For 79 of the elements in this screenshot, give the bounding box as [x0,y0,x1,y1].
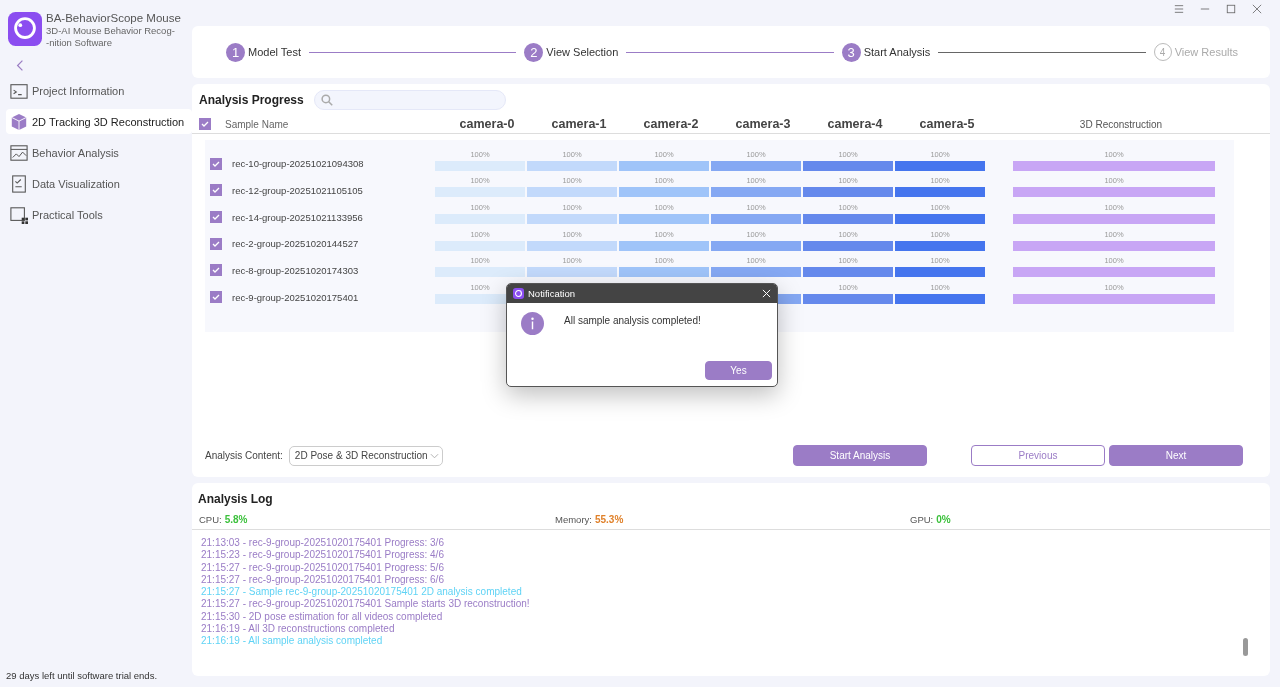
step-label: Model Test [248,46,301,58]
step-label: View Results [1174,46,1238,58]
column-header: camera-0 [459,117,515,131]
step-label: Start Analysis [863,46,931,58]
search-icon [320,94,333,106]
sidebar-item-label: Practical Tools [32,208,103,221]
stat-label: CPU: [199,514,222,525]
step-label: View Selection [546,46,619,58]
terminal-icon [10,81,28,100]
analysis-content-label: Analysis Content: [205,450,283,461]
log-line: 21:15:30 - 2D pose estimation for all videos completed [201,610,443,624]
previous-button[interactable]: Previous [971,445,1105,466]
app-subtitle: 3D-AI Mouse Behavior Recog- -nition Software [46,25,176,49]
app-logo-icon [8,12,42,46]
dialog-title: Notification [528,288,575,299]
stat-label: Memory: [555,514,592,525]
row-checkbox[interactable] [210,264,222,277]
sample-name: rec-14-group-20251021133956 [232,211,363,223]
step-number: 3 [841,42,861,62]
tools-grid-icon [10,205,28,224]
analysis-content-dropdown[interactable]: 2D Pose & 3D Reconstruction [288,445,443,466]
log-line: 21:15:27 - rec-9-group-20251020175401 Progress: 5/6 [201,561,444,574]
row-checkbox[interactable] [210,291,222,304]
log-line: 21:16:19 - All 3D reconstructions completed [201,623,395,636]
maximize-icon[interactable] [1226,4,1236,14]
column-header: Sample Name [225,118,289,130]
sidebar-item[interactable]: Project Information [6,78,192,103]
sidebar-item[interactable]: Behavior Analysis [6,140,192,165]
column-header: 3D Reconstruction [1079,119,1163,130]
section-title: Analysis Log [197,491,274,508]
sample-name: rec-2-group-20251020144527 [232,238,359,250]
row-checkbox[interactable] [210,237,222,250]
log-line: 21:13:03 - rec-9-group-20251020175401 Progress: 3/6 [201,537,444,550]
log-line: 21:15:27 - rec-9-group-20251020175401 Sample starts 3D reconstruction! [201,598,530,611]
sample-name: rec-10-group-20251021094308 [232,158,364,170]
column-header: camera-3 [735,117,791,131]
sidebar-item-label: 2D Tracking 3D Reconstruction [32,115,185,128]
sample-name: rec-12-group-20251021105105 [232,184,363,196]
sample-name: rec-9-group-20251020175401 [232,291,359,303]
stat-value: 5.8% [224,514,248,525]
step-number: 4 [1153,43,1172,61]
info-icon [521,312,544,335]
log-line: 21:16:19 - All sample analysis completed [201,635,383,648]
app-logo-icon [513,288,524,299]
search-field[interactable] [313,90,506,110]
stat-value: 0% [936,514,951,525]
step-number: 1 [226,42,245,62]
stat-label: GPU: [910,514,934,525]
log-line: 21:15:23 - rec-9-group-20251020175401 Progress: 4/6 [201,549,444,562]
checklist-icon [10,174,28,193]
column-header: camera-4 [827,117,883,131]
menu-icon[interactable] [1174,4,1184,14]
chart-window-icon [10,143,28,162]
sidebar-item[interactable]: 2D Tracking 3D Reconstruction [6,109,192,134]
log-line: 21:15:27 - Sample rec-9-group-20251020175401 2D analysis completed [201,586,522,599]
step-number: 2 [524,42,544,62]
sample-name: rec-8-group-20251020174303 [232,264,359,276]
app-name: BA-BehaviorScope Mouse [46,12,181,24]
chevron-down-icon [429,452,439,459]
sidebar-item-label: Behavior Analysis [32,146,119,159]
row-checkbox[interactable] [210,184,222,197]
back-icon[interactable] [16,59,24,72]
row-checkbox[interactable] [210,157,222,170]
sidebar-item[interactable]: Practical Tools [6,202,192,227]
log-line: 21:15:27 - rec-9-group-20251020175401 Progress: 6/6 [201,573,444,587]
sidebar-item[interactable]: Data Visualization [6,171,192,196]
row-checkbox[interactable] [210,211,222,224]
dialog-message: All sample analysis completed! [564,315,701,326]
select-all-checkbox[interactable] [199,118,211,130]
section-title: Analysis Progress [199,93,304,107]
sidebar-item-label: Project Information [32,84,125,97]
scrollbar-thumb[interactable] [1243,638,1248,656]
stat-value: 55.3% [594,514,624,525]
column-header: camera-2 [643,117,699,131]
column-header: camera-1 [551,117,607,131]
cube-icon [10,112,28,131]
sidebar-item-label: Data Visualization [32,177,120,190]
column-header: camera-5 [919,117,975,131]
trial-notice: 29 days left until software trial ends. [6,670,159,681]
